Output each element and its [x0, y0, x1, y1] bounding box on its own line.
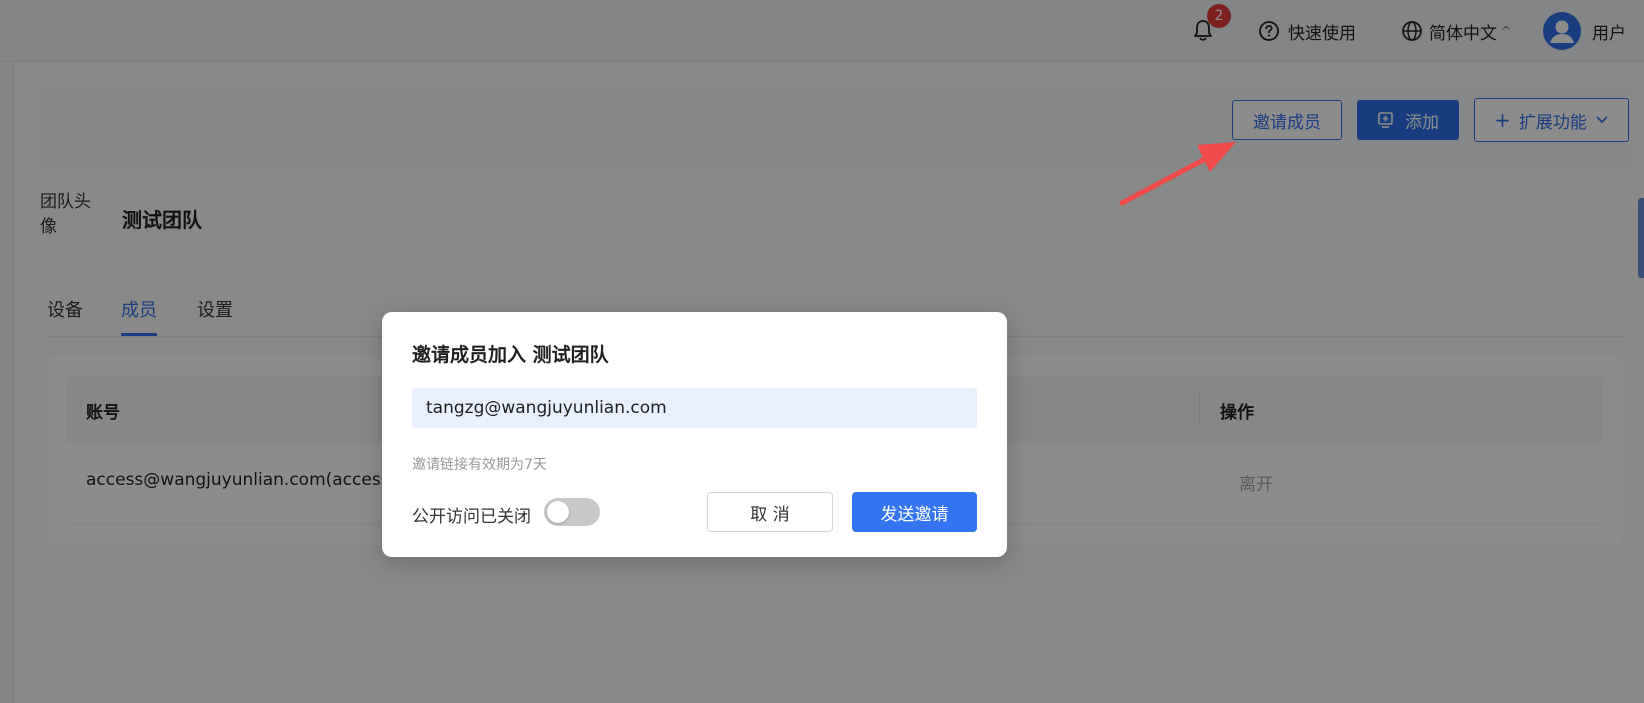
invite-dialog: 邀请成员加入 测试团队 邀请链接有效期为7天 公开访问已关闭 取 消 发送邀请	[382, 312, 1007, 557]
cancel-label: 取 消	[750, 504, 790, 525]
cancel-button[interactable]: 取 消	[707, 492, 833, 532]
email-input[interactable]	[412, 388, 977, 428]
public-access-toggle[interactable]	[544, 498, 600, 526]
link-validity-hint: 邀请链接有效期为7天	[412, 457, 547, 473]
dialog-title: 邀请成员加入 测试团队	[412, 344, 609, 366]
send-invite-label: 发送邀请	[880, 504, 949, 525]
annotation-arrow	[1119, 142, 1236, 206]
send-invite-button[interactable]: 发送邀请	[852, 492, 977, 532]
public-access-label: 公开访问已关闭	[412, 507, 531, 527]
toggle-knob	[547, 501, 569, 523]
